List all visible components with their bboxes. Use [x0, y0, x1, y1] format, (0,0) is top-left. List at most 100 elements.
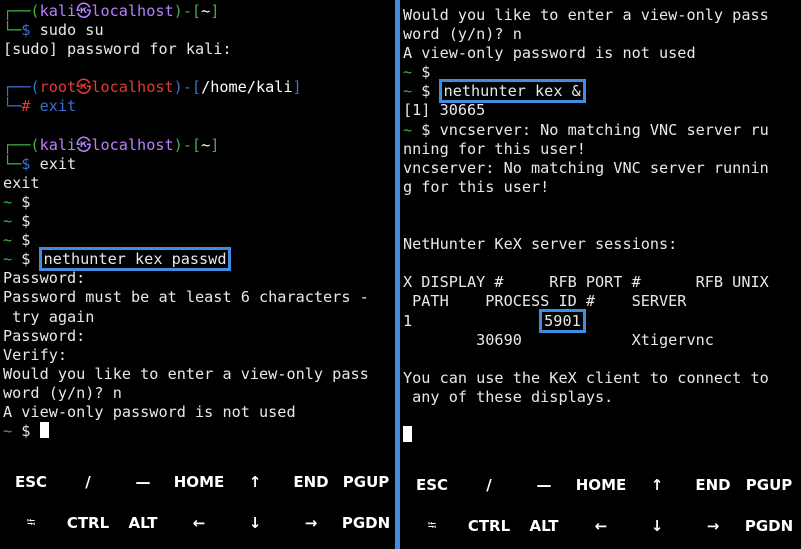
- terminal-line: ┌──(root㉿localhost)-[/home/kali]: [3, 78, 395, 97]
- terminal-line: exit: [3, 174, 395, 193]
- terminal-text: ~: [201, 135, 211, 154]
- terminal-text: $: [421, 63, 431, 82]
- arrow-right-key[interactable]: →: [707, 517, 720, 535]
- terminal-text: PATH PROCESS ID # SERVER: [403, 292, 687, 311]
- terminal-output: ┌──(kali㉿localhost)-[~] └─$ sudo su [sudo]…: [3, 2, 395, 441]
- terminal-text: You can use the KeX client to connect to: [403, 368, 769, 387]
- terminal-line: [sudo] password for kali:: [3, 40, 395, 59]
- arrow-left-key[interactable]: ←: [595, 517, 608, 535]
- terminal-line: ~ $: [3, 422, 395, 441]
- terminal-text: ]: [292, 78, 302, 97]
- tab-key[interactable]: ⭾: [428, 517, 436, 536]
- terminal-text: any of these displays.: [403, 387, 614, 406]
- terminal-line: Password must be at least 6 characters -: [3, 288, 395, 307]
- page-up-key[interactable]: PGUP: [343, 473, 389, 491]
- terminal-cursor: [39, 422, 49, 439]
- terminal-text: ]: [210, 2, 220, 20]
- highlighted-text: 5901: [539, 308, 586, 333]
- ctrl-key[interactable]: CTRL: [67, 514, 109, 532]
- left-terminal-pane[interactable]: ┌──(kali㉿localhost)-[~] └─$ sudo su [sudo]…: [0, 0, 395, 549]
- arrow-right-key[interactable]: →: [305, 514, 318, 532]
- terminal-line: └─# exit: [3, 97, 395, 116]
- terminal-text: Password must be at least 6 characters -: [3, 288, 369, 307]
- terminal-text: nning for this user!: [403, 139, 586, 158]
- tab-key[interactable]: ⭾: [27, 514, 35, 533]
- home-key[interactable]: HOME: [174, 473, 224, 491]
- terminal-line: g for this user!: [403, 178, 801, 197]
- terminal-text: ~: [3, 250, 22, 269]
- terminal-text: word (y/n)? n: [403, 25, 522, 44]
- terminal-line: ┌──(kali㉿localhost)-[~]: [3, 136, 395, 155]
- terminal-text: kali㉿localhost: [39, 2, 174, 20]
- terminal-line: └─$ sudo su: [3, 21, 395, 40]
- terminal-line: Would you like to enter a view-only pass: [3, 365, 395, 384]
- terminal-text: Would you like to enter a view-only pass: [3, 364, 369, 383]
- terminal-text: root㉿localhost: [39, 78, 174, 97]
- terminal-text: ~: [3, 212, 22, 231]
- terminal-text: └─: [3, 154, 22, 173]
- terminal-text: sudo su: [39, 21, 104, 40]
- terminal-text: ~: [403, 63, 422, 82]
- arrow-left-key[interactable]: ←: [193, 514, 206, 532]
- terminal-line: try again: [3, 308, 395, 327]
- terminal-text: exit: [3, 173, 40, 192]
- terminal-line: └─$ exit: [3, 155, 395, 174]
- terminal-line: You can use the KeX client to connect to: [403, 369, 801, 388]
- ctrl-key[interactable]: CTRL: [468, 517, 510, 535]
- terminal-text: /home/kali: [201, 78, 293, 97]
- terminal-text: $ vncserver: No matching VNC server ru: [421, 120, 769, 139]
- alt-key[interactable]: ALT: [530, 517, 559, 535]
- terminal-line: ~ $ vncserver: No matching VNC server ru: [403, 121, 801, 140]
- end-key[interactable]: END: [695, 476, 730, 494]
- terminal-text: A view-only password is not used: [3, 402, 296, 421]
- terminal-text: Would you like to enter a view-only pass: [403, 6, 769, 24]
- terminal-text: exit: [39, 97, 77, 116]
- arrow-up-key[interactable]: ↑: [651, 476, 664, 494]
- page-down-key[interactable]: PGDN: [745, 517, 793, 535]
- terminal-text: $: [21, 154, 40, 173]
- terminal-line: word (y/n)? n: [403, 25, 801, 44]
- arrow-down-key[interactable]: ↓: [651, 517, 664, 535]
- terminal-text: $: [421, 82, 440, 101]
- slash-key[interactable]: /: [486, 476, 491, 494]
- terminal-line: A view-only password is not used: [3, 403, 395, 422]
- terminal-text: $: [21, 422, 40, 441]
- terminal-line: any of these displays.: [403, 388, 801, 407]
- terminal-text: NetHunter KeX server sessions:: [403, 235, 678, 254]
- arrow-up-key[interactable]: ↑: [249, 473, 262, 491]
- terminal-text: Password:: [3, 326, 86, 345]
- end-key[interactable]: END: [293, 473, 328, 491]
- dash-key[interactable]: —: [136, 473, 151, 491]
- terminal-text: $: [21, 231, 31, 250]
- esc-key[interactable]: ESC: [416, 476, 448, 494]
- terminal-line: ~ $: [3, 193, 395, 212]
- terminal-text: └─: [3, 21, 22, 40]
- page-up-key[interactable]: PGUP: [746, 476, 792, 494]
- terminal-text: try again: [3, 307, 95, 326]
- terminal-line: [403, 426, 801, 445]
- esc-key[interactable]: ESC: [15, 473, 47, 491]
- terminal-output: Would you like to enter a view-only pass…: [403, 6, 801, 445]
- terminal-text: ┌──(: [3, 78, 40, 97]
- terminal-line: Verify:: [3, 346, 395, 365]
- page-down-key[interactable]: PGDN: [342, 514, 390, 532]
- terminal-text: $: [21, 212, 31, 231]
- terminal-line: ~ $: [3, 212, 395, 231]
- terminal-line: vncserver: No matching VNC server runnin: [403, 159, 801, 178]
- terminal-text: ~: [403, 82, 422, 101]
- alt-key[interactable]: ALT: [129, 514, 158, 532]
- slash-key[interactable]: /: [85, 473, 90, 491]
- terminal-line: nning for this user!: [403, 140, 801, 159]
- terminal-line: NetHunter KeX server sessions:: [403, 235, 801, 254]
- terminal-line: ┌──(kali㉿localhost)-[~]: [3, 2, 395, 21]
- terminal-text: 1: [403, 311, 541, 330]
- dash-key[interactable]: —: [537, 476, 552, 494]
- right-terminal-pane[interactable]: Would you like to enter a view-only pass…: [400, 0, 801, 549]
- arrow-down-key[interactable]: ↓: [249, 514, 262, 532]
- terminal-text: ~: [3, 422, 22, 441]
- home-key[interactable]: HOME: [576, 476, 626, 494]
